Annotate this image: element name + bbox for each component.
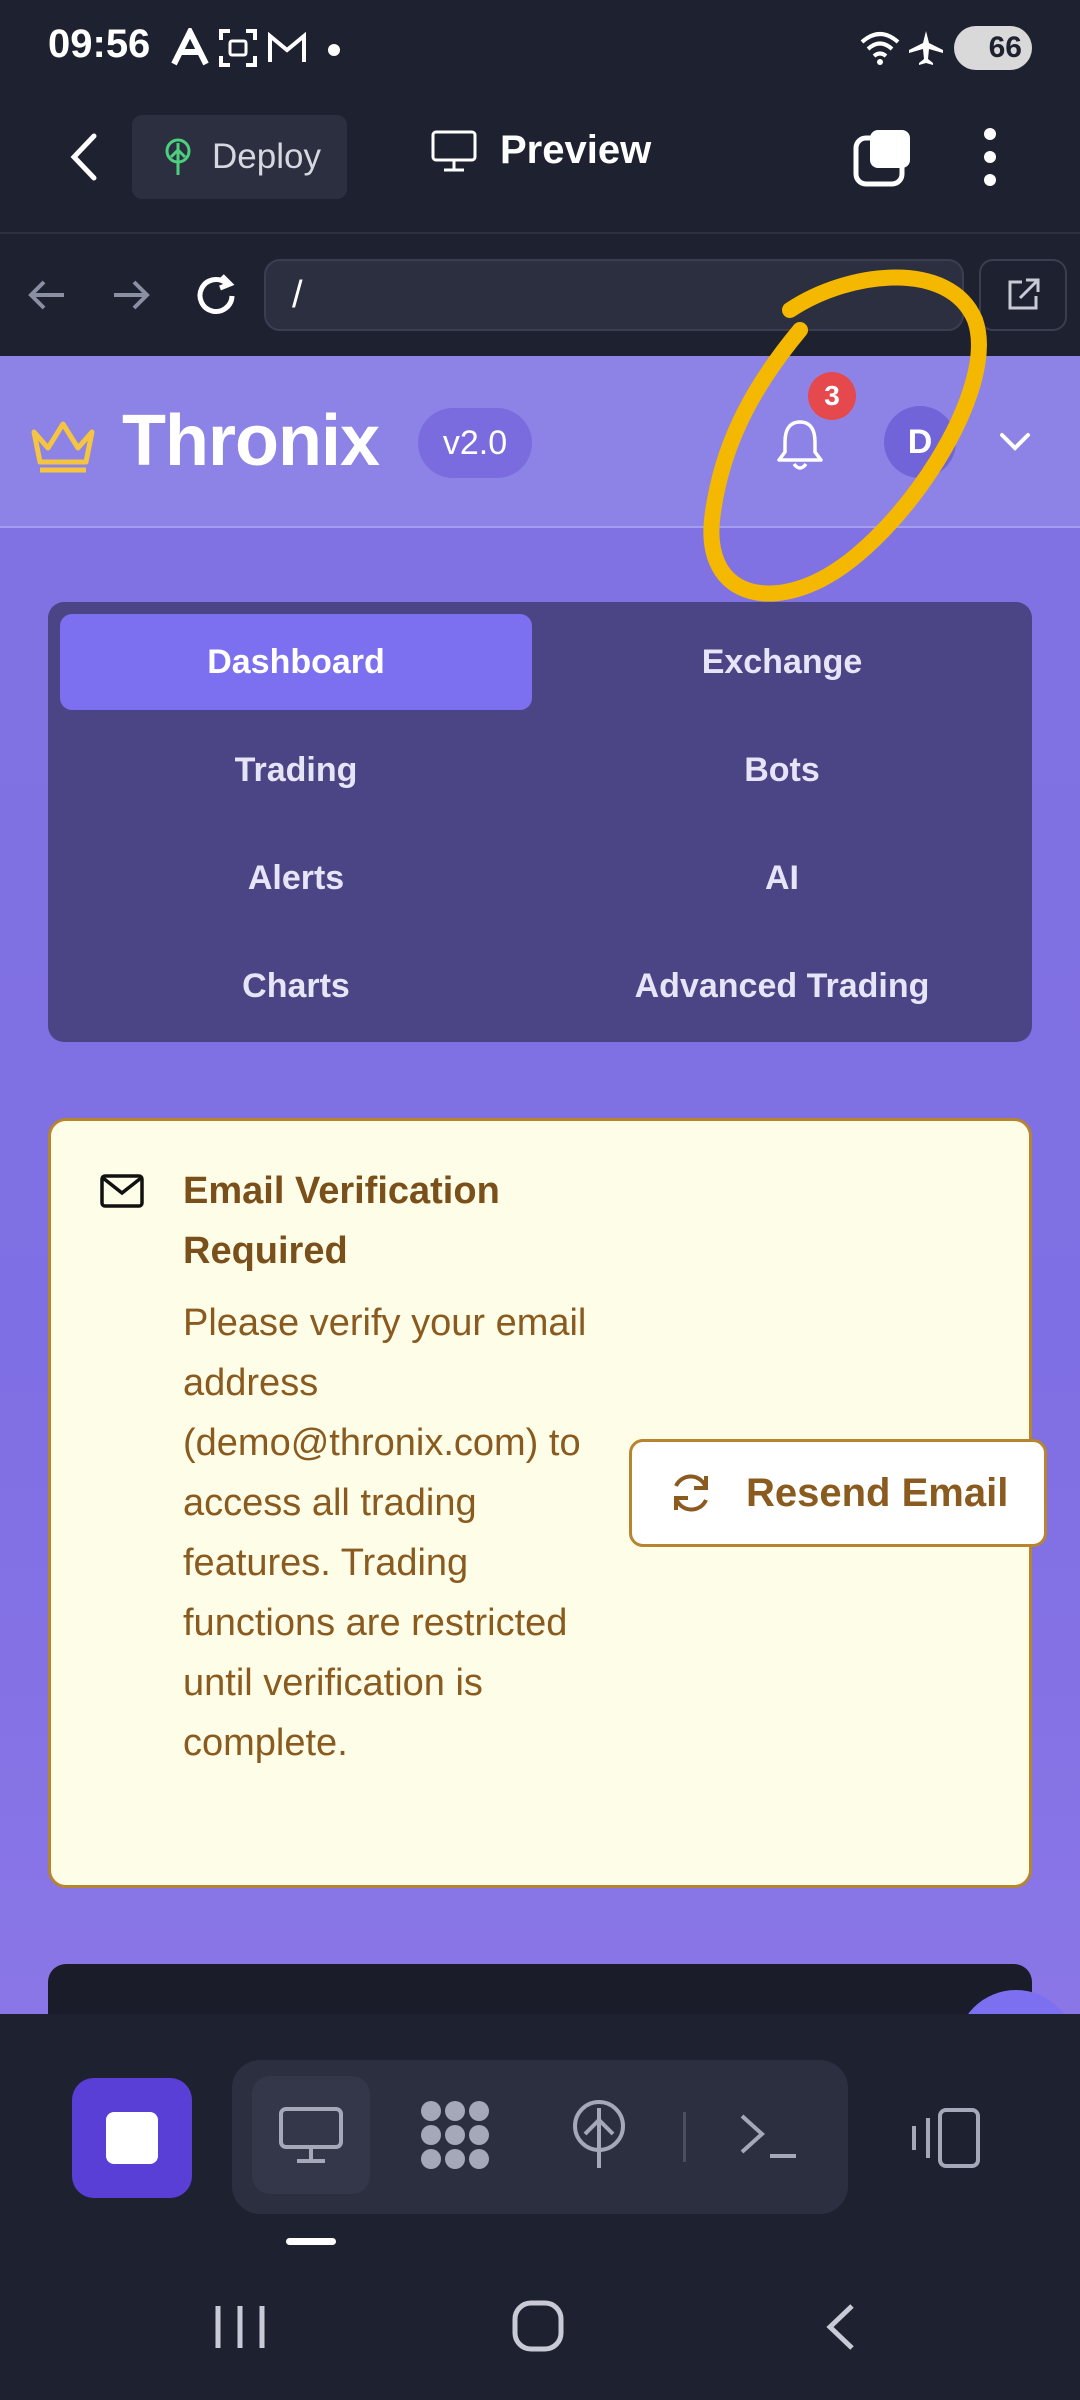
reload-icon[interactable] <box>192 272 240 320</box>
deploy-button[interactable]: Deploy <box>132 115 347 199</box>
home-icon[interactable] <box>510 2298 566 2354</box>
terminal-button[interactable] <box>710 2076 828 2194</box>
toolbar-divider <box>683 2112 686 2162</box>
nav-charts[interactable]: Charts <box>60 938 532 1034</box>
text-a-icon <box>171 28 209 66</box>
dark-card <box>48 1964 1032 2016</box>
deploy-tool-button[interactable] <box>540 2076 658 2194</box>
gmail-icon <box>268 31 306 62</box>
alert-title: Email Verification Required <box>183 1170 500 1272</box>
preview-tab[interactable]: Preview <box>430 128 651 173</box>
active-tool-indicator <box>286 2238 336 2245</box>
arrow-right-icon[interactable] <box>110 274 152 316</box>
app-content: Thronix v2.0 3 D Dashboard Exchange Trad… <box>0 356 1080 2016</box>
airplane-icon <box>909 31 943 65</box>
nav-bots[interactable]: Bots <box>546 722 1018 818</box>
bell-icon[interactable] <box>774 416 826 472</box>
recent-apps-icon[interactable] <box>210 2302 270 2352</box>
notification-count-badge: 3 <box>808 372 856 420</box>
main-nav: Dashboard Exchange Trading Bots Alerts A… <box>48 602 1032 1042</box>
deploy-icon <box>165 138 191 175</box>
screenshot-icon <box>219 29 257 67</box>
resend-email-button[interactable]: Resend Email <box>629 1439 1047 1547</box>
alert-body: Please verify your email address (demo@t… <box>183 1302 587 1764</box>
user-avatar[interactable]: D <box>884 406 956 478</box>
nav-dashboard[interactable]: Dashboard <box>60 614 532 710</box>
terminal-icon <box>740 2114 796 2158</box>
email-verification-alert: Email Verification Required Please verif… <box>48 1118 1047 1888</box>
arrow-left-icon[interactable] <box>26 274 68 316</box>
wifi-icon <box>860 32 900 65</box>
nav-exchange[interactable]: Exchange <box>546 614 1018 710</box>
crown-icon <box>31 421 95 473</box>
apps-button[interactable] <box>396 2076 514 2194</box>
nav-alerts[interactable]: Alerts <box>60 830 532 926</box>
preview-label: Preview <box>500 128 652 172</box>
status-time: 09:56 <box>48 22 151 66</box>
resend-email-label: Resend Email <box>746 1470 1009 1515</box>
url-input[interactable]: / <box>264 259 964 331</box>
brand-name[interactable]: Thronix <box>122 400 380 482</box>
more-vertical-icon[interactable] <box>978 126 1002 188</box>
desktop-icon <box>279 2107 343 2163</box>
battery-level: 66 <box>988 31 1022 64</box>
nav-advanced-trading[interactable]: Advanced Trading <box>546 938 1018 1034</box>
deploy-tool-icon <box>573 2100 625 2168</box>
stop-icon <box>106 2112 158 2164</box>
external-link-icon <box>1008 278 1040 310</box>
back-icon[interactable] <box>822 2302 862 2352</box>
mail-icon <box>100 1174 144 1208</box>
url-text: / <box>292 273 303 316</box>
apps-icon <box>421 2101 489 2169</box>
notification-dot-icon <box>328 44 340 56</box>
refresh-icon <box>674 1474 708 1512</box>
monitor-icon <box>431 130 477 171</box>
chevron-left-icon[interactable] <box>64 130 104 184</box>
nav-ai[interactable]: AI <box>546 830 1018 926</box>
deploy-label: Deploy <box>212 137 321 176</box>
stop-button[interactable] <box>72 2078 192 2198</box>
nav-trading[interactable]: Trading <box>60 722 532 818</box>
devices-icon <box>912 2108 980 2168</box>
battery-icon: 66 <box>954 26 1032 70</box>
tabs-icon[interactable] <box>852 126 914 188</box>
devices-button[interactable] <box>906 2106 986 2175</box>
chevron-down-icon[interactable] <box>998 430 1032 454</box>
version-badge: v2.0 <box>418 408 532 478</box>
open-external-button[interactable] <box>979 259 1067 331</box>
desktop-view-button[interactable] <box>252 2076 370 2194</box>
